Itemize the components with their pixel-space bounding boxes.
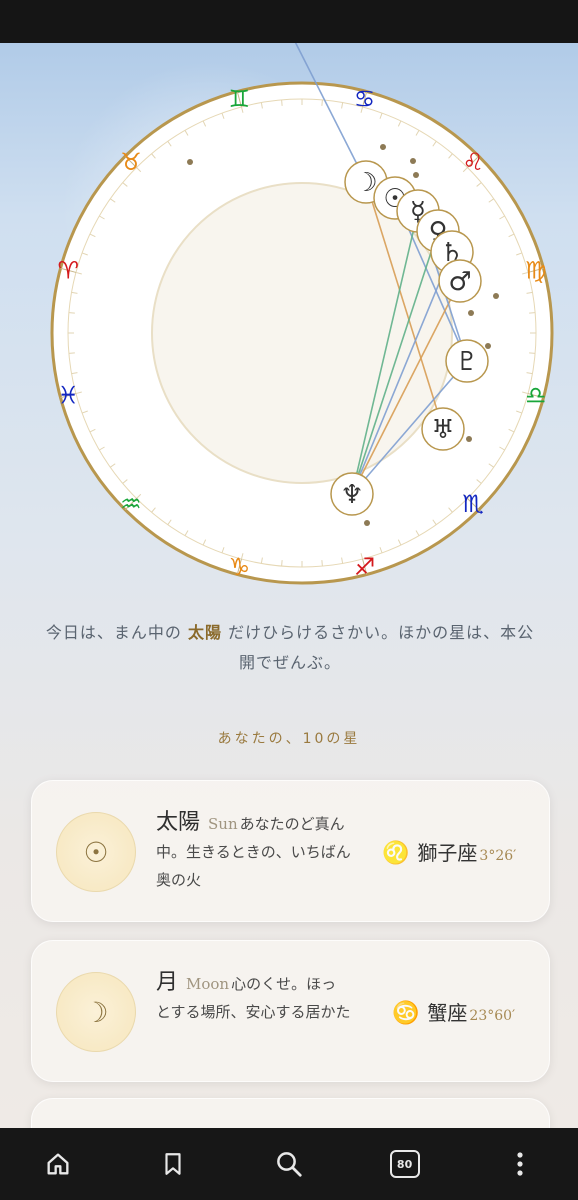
- nav-home[interactable]: [28, 1134, 88, 1194]
- card-text: 太陽 Sun あなたのど真ん中。生きるときの、いちばん奥の火: [156, 809, 351, 894]
- planet-card-moon[interactable]: ☽ 月 Moon 心のくせ。ほっとする場所、安心する居かた ♋ 蟹座 23°60′: [31, 940, 550, 1082]
- degree-tick: [281, 99, 283, 106]
- degree-tick: [529, 352, 536, 354]
- bottom-nav: 80: [0, 1128, 578, 1200]
- planet-name: 月: [156, 970, 179, 995]
- degree-tick: [68, 352, 75, 354]
- natal-chart-wheel: ♋♌♍♎♏♐♑♒♓♈♉♊♃☽☉☿♀♄♂♇♅♆: [50, 43, 554, 585]
- nav-tabs[interactable]: 80: [375, 1134, 435, 1194]
- degree-tick: [281, 560, 283, 567]
- planet-position-dot: [413, 172, 419, 178]
- degree-tick: [321, 99, 323, 106]
- tabs-count: 80: [389, 1150, 420, 1178]
- planet-position-dot: [493, 293, 499, 299]
- zodiac-sign-icon: ♐: [354, 553, 376, 581]
- planet-english: Moon: [186, 975, 230, 993]
- leo-icon: ♌: [382, 841, 410, 866]
- planet-position-dot: [485, 343, 491, 349]
- degree-tick: [529, 312, 536, 314]
- zodiac-sign-icon: ♏: [462, 490, 484, 518]
- planet-english: Sun: [208, 815, 238, 833]
- bookmark-icon: [165, 1153, 181, 1175]
- zodiac-sign-icon: ♓: [57, 382, 79, 410]
- sign-name: 蟹座: [427, 1001, 468, 1025]
- sign-degree: 3°26′: [479, 848, 517, 864]
- sign-info: ♋ 蟹座 23°60′: [392, 997, 515, 1026]
- uranus-icon: ♅: [431, 415, 454, 445]
- zodiac-sign-icon: ♒: [120, 490, 142, 518]
- nav-bookmark[interactable]: [143, 1134, 203, 1194]
- zodiac-sign-icon: ♊: [229, 85, 251, 113]
- zodiac-sign-icon: ♑: [229, 553, 251, 581]
- intro-highlight: 太陽: [187, 623, 222, 642]
- card-text: 月 Moon 心のくせ。ほっとする場所、安心する居かた: [156, 969, 351, 1026]
- zodiac-sign-icon: ♎: [525, 382, 547, 410]
- planet-card-sun[interactable]: ☉ 太陽 Sun あなたのど真ん中。生きるときの、いちばん奥の火 ♌ 獅子座 3°2…: [31, 780, 550, 922]
- sun-symbol-icon: ☉: [56, 812, 136, 892]
- degree-tick: [321, 560, 323, 567]
- zodiac-sign-icon: ♈: [57, 256, 79, 284]
- moon-symbol-icon: ☽: [56, 972, 136, 1052]
- search-icon: [277, 1152, 302, 1177]
- mars-icon: ♂: [448, 267, 471, 297]
- zodiac-sign-icon: ♉: [120, 148, 142, 176]
- degree-tick: [68, 312, 75, 314]
- section-title: あなたの、10の星: [217, 731, 361, 747]
- planet-position-dot: [187, 159, 193, 165]
- planet-position-dot: [468, 310, 474, 316]
- zodiac-sign-icon: ♍: [525, 256, 547, 284]
- planet-position-dot: [410, 158, 416, 164]
- zodiac-sign-icon: ♋: [354, 85, 376, 113]
- neptune-icon: ♆: [340, 480, 363, 510]
- zodiac-sign-icon: ♌: [462, 148, 484, 176]
- planet-position-dot: [466, 436, 472, 442]
- sign-degree: 23°60′: [469, 1008, 516, 1024]
- sign-name: 獅子座: [417, 841, 478, 865]
- planet-position-dot: [380, 144, 386, 150]
- pluto-icon: ♇: [455, 347, 478, 377]
- more-vert-icon: [517, 1152, 523, 1176]
- nav-search[interactable]: [259, 1134, 319, 1194]
- planet-name: 太陽: [156, 810, 201, 835]
- intro-text: 今日は、まん中の 太陽 だけひらけるさかい。ほかの星は、本公開でぜんぶ。: [45, 623, 535, 672]
- status-bar: [0, 0, 578, 43]
- nav-menu[interactable]: [490, 1134, 550, 1194]
- home-icon: [47, 1153, 69, 1175]
- sign-info: ♌ 獅子座 3°26′: [382, 837, 516, 866]
- cancer-icon: ♋: [392, 1001, 420, 1026]
- planet-position-dot: [364, 520, 370, 526]
